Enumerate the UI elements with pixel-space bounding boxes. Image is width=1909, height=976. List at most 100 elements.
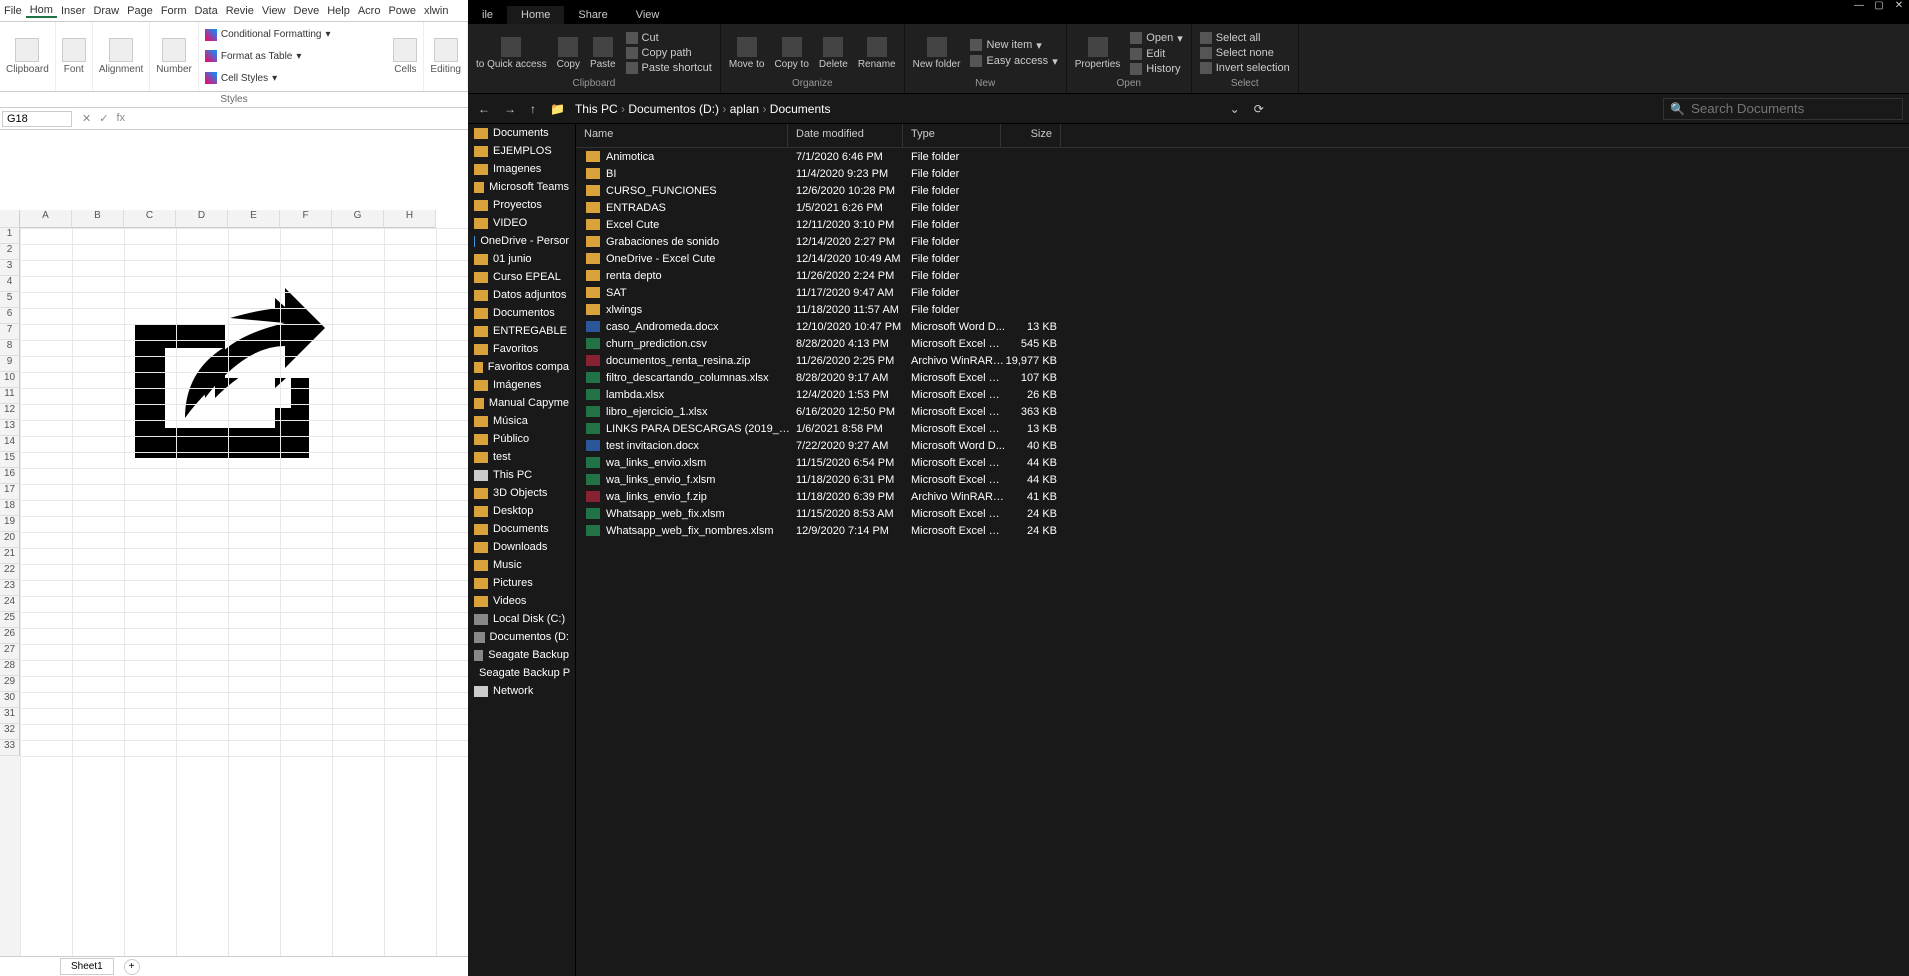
- row-header-2[interactable]: 2: [0, 244, 20, 260]
- excel-tab-acro[interactable]: Acro: [354, 5, 385, 17]
- excel-tab-xlwin[interactable]: xlwin: [420, 5, 452, 17]
- move-to-button[interactable]: Move to: [729, 37, 765, 70]
- row-header-13[interactable]: 13: [0, 420, 20, 436]
- col-header-B[interactable]: B: [72, 210, 124, 228]
- cells-group[interactable]: Cells: [387, 22, 424, 91]
- col-header-D[interactable]: D: [176, 210, 228, 228]
- tree-item[interactable]: Proyectos: [468, 196, 575, 214]
- row-header-21[interactable]: 21: [0, 548, 20, 564]
- row-header-9[interactable]: 9: [0, 356, 20, 372]
- tree-item[interactable]: Documents: [468, 520, 575, 538]
- add-sheet-button[interactable]: +: [124, 959, 140, 975]
- minimize-button[interactable]: —: [1849, 0, 1869, 16]
- new-item-button[interactable]: New item▾: [970, 39, 1057, 52]
- open-button[interactable]: Open▾: [1130, 32, 1182, 45]
- format-as-table-button[interactable]: Format as Table▾: [205, 50, 382, 62]
- row-header-10[interactable]: 10: [0, 372, 20, 388]
- name-box[interactable]: [2, 111, 72, 127]
- row-header-14[interactable]: 14: [0, 436, 20, 452]
- row-header-29[interactable]: 29: [0, 676, 20, 692]
- tree-item[interactable]: Imagenes: [468, 160, 575, 178]
- pin-quick-access-button[interactable]: to Quick access: [476, 37, 547, 70]
- tree-item[interactable]: Manual Capyme: [468, 394, 575, 412]
- delete-button[interactable]: Delete: [819, 37, 848, 70]
- font-group[interactable]: Font: [56, 22, 93, 91]
- file-row[interactable]: wa_links_envio_f.xlsm11/18/2020 6:31 PMM…: [576, 471, 1909, 488]
- new-folder-button[interactable]: New folder: [913, 37, 961, 70]
- row-header-32[interactable]: 32: [0, 724, 20, 740]
- clipboard-group[interactable]: Clipboard: [0, 22, 56, 91]
- invert-selection-button[interactable]: Invert selection: [1200, 62, 1290, 74]
- tree-item[interactable]: Seagate Backup P: [468, 664, 575, 682]
- tree-item[interactable]: Público: [468, 430, 575, 448]
- excel-tab-form[interactable]: Form: [157, 5, 191, 17]
- row-header-19[interactable]: 19: [0, 516, 20, 532]
- explorer-tab-home[interactable]: Home: [507, 6, 564, 24]
- tree-item[interactable]: Seagate Backup: [468, 646, 575, 664]
- tree-item[interactable]: EJEMPLOS: [468, 142, 575, 160]
- row-header-7[interactable]: 7: [0, 324, 20, 340]
- col-header-G[interactable]: G: [332, 210, 384, 228]
- date-header[interactable]: Date modified: [788, 124, 903, 147]
- file-list[interactable]: Name Date modified Type Size Animotica7/…: [576, 124, 1909, 976]
- tree-item[interactable]: Documentos: [468, 304, 575, 322]
- row-header-5[interactable]: 5: [0, 292, 20, 308]
- file-row[interactable]: test invitacion.docx7/22/2020 9:27 AMMic…: [576, 437, 1909, 454]
- row-header-20[interactable]: 20: [0, 532, 20, 548]
- excel-tab-view[interactable]: View: [258, 5, 290, 17]
- search-input[interactable]: [1691, 101, 1896, 116]
- select-all-button[interactable]: Select all: [1200, 32, 1290, 44]
- cell-styles-button[interactable]: Cell Styles▾: [205, 72, 382, 84]
- row-header-24[interactable]: 24: [0, 596, 20, 612]
- row-header-31[interactable]: 31: [0, 708, 20, 724]
- row-header-25[interactable]: 25: [0, 612, 20, 628]
- file-row[interactable]: churn_prediction.csv8/28/2020 4:13 PMMic…: [576, 335, 1909, 352]
- file-row[interactable]: lambda.xlsx12/4/2020 1:53 PMMicrosoft Ex…: [576, 386, 1909, 403]
- file-row[interactable]: Whatsapp_web_fix.xlsm11/15/2020 8:53 AMM…: [576, 505, 1909, 522]
- file-row[interactable]: xlwings11/18/2020 11:57 AMFile folder: [576, 301, 1909, 318]
- select-none-button[interactable]: Select none: [1200, 47, 1290, 59]
- tree-item[interactable]: Music: [468, 556, 575, 574]
- sheet-tab[interactable]: Sheet1: [60, 958, 114, 975]
- history-button[interactable]: History: [1130, 63, 1182, 75]
- tree-item[interactable]: Música: [468, 412, 575, 430]
- file-row[interactable]: Excel Cute12/11/2020 3:10 PMFile folder: [576, 216, 1909, 233]
- cut-button[interactable]: Cut: [626, 32, 712, 44]
- file-row[interactable]: ENTRADAS1/5/2021 6:26 PMFile folder: [576, 199, 1909, 216]
- tree-item[interactable]: Local Disk (C:): [468, 610, 575, 628]
- file-row[interactable]: wa_links_envio_f.zip11/18/2020 6:39 PMAr…: [576, 488, 1909, 505]
- row-header-4[interactable]: 4: [0, 276, 20, 292]
- explorer-tab-ile[interactable]: ile: [468, 6, 507, 24]
- row-header-22[interactable]: 22: [0, 564, 20, 580]
- row-header-33[interactable]: 33: [0, 740, 20, 756]
- editing-group[interactable]: Editing: [424, 22, 468, 91]
- column-headers[interactable]: Name Date modified Type Size: [576, 124, 1909, 148]
- tree-item[interactable]: 3D Objects: [468, 484, 575, 502]
- excel-tab-hom[interactable]: Hom: [26, 4, 57, 18]
- history-dropdown[interactable]: ⌄: [1226, 102, 1244, 116]
- tree-item[interactable]: Downloads: [468, 538, 575, 556]
- cells-area[interactable]: [20, 228, 468, 956]
- easy-access-button[interactable]: Easy access▾: [970, 55, 1057, 68]
- copy-path-button[interactable]: Copy path: [626, 47, 712, 59]
- file-row[interactable]: Grabaciones de sonido12/14/2020 2:27 PMF…: [576, 233, 1909, 250]
- row-header-23[interactable]: 23: [0, 580, 20, 596]
- file-row[interactable]: CURSO_FUNCIONES12/6/2020 10:28 PMFile fo…: [576, 182, 1909, 199]
- tree-item[interactable]: Datos adjuntos: [468, 286, 575, 304]
- tree-item[interactable]: 01 junio: [468, 250, 575, 268]
- properties-button[interactable]: Properties: [1075, 37, 1121, 70]
- row-header-11[interactable]: 11: [0, 388, 20, 404]
- file-row[interactable]: caso_Andromeda.docx12/10/2020 10:47 PMMi…: [576, 318, 1909, 335]
- excel-tab-page[interactable]: Page: [123, 5, 157, 17]
- tree-item[interactable]: OneDrive - Persor: [468, 232, 575, 250]
- excel-tab-powe[interactable]: Powe: [384, 5, 420, 17]
- paste-shortcut-button[interactable]: Paste shortcut: [626, 62, 712, 74]
- col-header-A[interactable]: A: [20, 210, 72, 228]
- rename-button[interactable]: Rename: [858, 37, 896, 70]
- row-header-27[interactable]: 27: [0, 644, 20, 660]
- back-button[interactable]: ←: [474, 102, 494, 116]
- col-header-F[interactable]: F: [280, 210, 332, 228]
- edit-button[interactable]: Edit: [1130, 48, 1182, 60]
- file-row[interactable]: BI11/4/2020 9:23 PMFile folder: [576, 165, 1909, 182]
- excel-tab-inser[interactable]: Inser: [57, 5, 89, 17]
